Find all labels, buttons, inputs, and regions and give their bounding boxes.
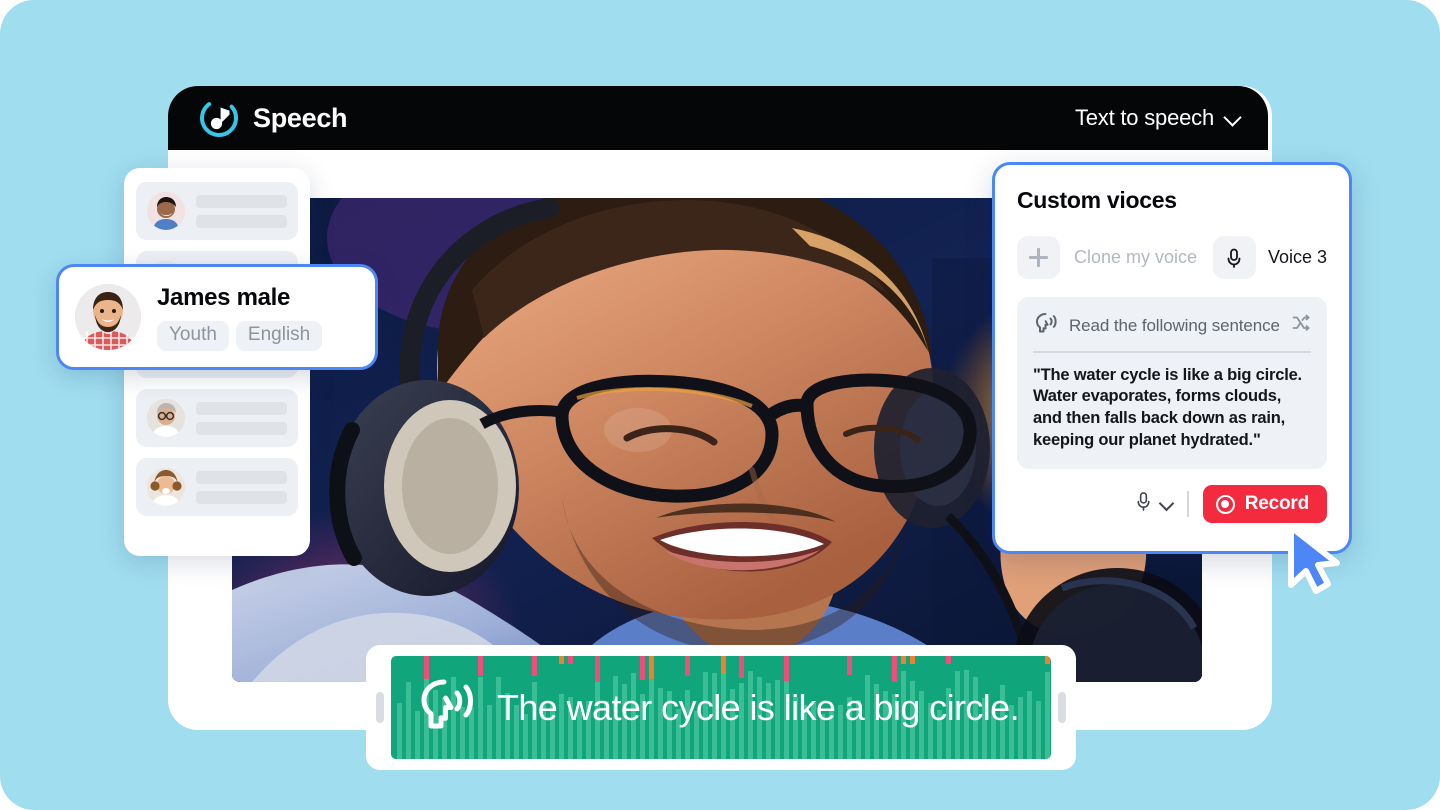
caption-text: The water cycle is like a big circle. xyxy=(497,686,1020,728)
mode-selector[interactable]: Text to speech xyxy=(1075,105,1240,131)
avatar xyxy=(75,284,141,350)
brand: Speech xyxy=(198,97,348,139)
clone-my-voice-label: Clone my voice xyxy=(1074,247,1198,267)
microphone-icon[interactable] xyxy=(1212,236,1256,279)
sentence-header-label: Read the following sentence xyxy=(1069,315,1280,335)
record-button-label: Record xyxy=(1244,493,1309,514)
voice-details: James male Youth English xyxy=(157,283,323,351)
shuffle-icon[interactable] xyxy=(1291,313,1311,338)
selected-voice-card[interactable]: James male Youth English xyxy=(56,264,378,370)
brand-name: Speech xyxy=(253,102,348,133)
microphone-icon xyxy=(1134,491,1153,517)
mic-device-selector[interactable] xyxy=(1134,491,1173,517)
clone-my-voice-button[interactable] xyxy=(1017,236,1060,279)
divider xyxy=(1187,491,1189,517)
record-button[interactable]: Record xyxy=(1202,485,1327,523)
older-man-avatar xyxy=(147,399,185,437)
plus-icon xyxy=(1029,248,1048,267)
chevron-down-icon xyxy=(1225,111,1240,126)
list-item-placeholder xyxy=(196,194,287,228)
list-item-placeholder xyxy=(196,401,287,435)
panel-title: Custom vioces xyxy=(1017,187,1177,213)
app-header: Speech Text to speech xyxy=(168,86,1268,150)
sentence-header: Read the following sentence xyxy=(1033,311,1311,340)
list-item[interactable] xyxy=(136,458,298,516)
sentence-box: Read the following sentence "The water c… xyxy=(1017,297,1327,469)
page-canvas: Speech Text to speech James male Youth E… xyxy=(0,0,1440,810)
voice-slot-3[interactable]: Voice 3 xyxy=(1212,236,1327,279)
list-item[interactable] xyxy=(136,389,298,447)
boy-avatar xyxy=(147,192,185,230)
speaking-head-icon xyxy=(417,676,479,739)
mode-label: Text to speech xyxy=(1074,105,1214,130)
list-item-placeholder xyxy=(196,470,287,504)
sentence-text: "The water cycle is like a big circle. W… xyxy=(1033,365,1302,450)
record-dot-icon xyxy=(1215,494,1235,514)
resize-handle-icon[interactable] xyxy=(1058,692,1066,723)
tag-age: Youth xyxy=(157,320,229,351)
chevron-down-icon xyxy=(1160,498,1173,511)
voice-name: James male xyxy=(157,283,291,311)
tag-language: English xyxy=(235,320,323,351)
mouse-pointer-icon xyxy=(1283,523,1341,595)
caption-bar: The water cycle is like a big circle. xyxy=(391,656,1051,759)
speech-note-logo-icon xyxy=(198,97,240,139)
speaking-head-icon xyxy=(1033,311,1059,340)
voice-slot-label: Voice 3 xyxy=(1267,247,1327,267)
voice-tags: Youth English xyxy=(157,320,323,351)
girl-avatar xyxy=(147,468,185,506)
divider xyxy=(1033,351,1311,353)
resize-handle-icon[interactable] xyxy=(376,692,384,723)
custom-voices-panel: Custom vioces Clone my voice Voice 3 Rea… xyxy=(992,162,1352,554)
caption-content: The water cycle is like a big circle. xyxy=(391,656,1051,759)
caption-widget[interactable]: The water cycle is like a big circle. xyxy=(366,645,1076,770)
record-bar: Record xyxy=(1017,485,1327,523)
voice-actions-row: Clone my voice Voice 3 xyxy=(1017,236,1327,279)
list-item[interactable] xyxy=(136,182,298,240)
